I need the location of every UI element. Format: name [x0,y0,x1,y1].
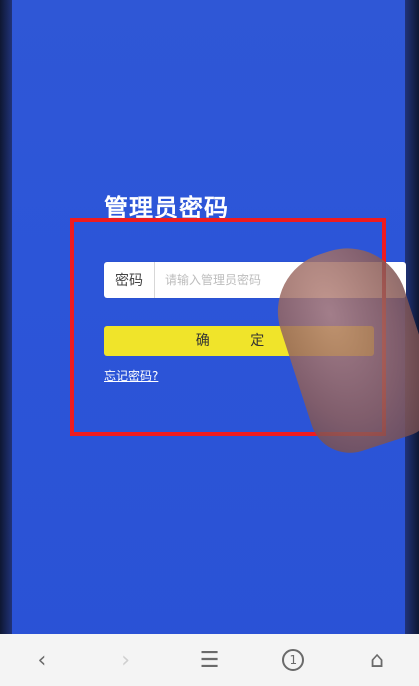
forward-icon[interactable]: › [106,640,146,680]
app-screen: 管理员密码 密码 确 定 忘记密码? ‹ › ☰ 1 ⌂ [0,0,419,686]
home-icon[interactable]: ⌂ [357,640,397,680]
phone-bezel-left [0,0,12,686]
back-icon[interactable]: ‹ [22,640,62,680]
menu-icon[interactable]: ☰ [189,640,229,680]
tabs-count-badge: 1 [282,649,305,671]
bottom-navigation-bar: ‹ › ☰ 1 ⌂ [0,634,419,686]
tabs-icon[interactable]: 1 [273,640,313,680]
